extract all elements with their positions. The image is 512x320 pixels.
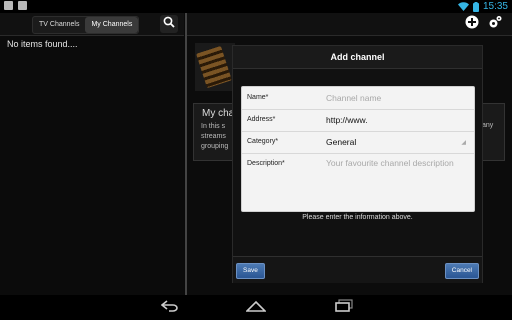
form-hint: Please enter the information above. (302, 214, 413, 221)
navigation-bar (0, 295, 512, 320)
info-line-2: streams (201, 133, 226, 140)
list-header: TV Channels My Channels (0, 13, 184, 36)
info-title: My cha (202, 108, 235, 119)
gear-icon (488, 15, 502, 34)
back-icon (160, 299, 179, 317)
name-field[interactable]: Channel name (326, 93, 381, 103)
recent-apps-icon (335, 299, 353, 317)
recent-apps-button[interactable] (334, 299, 354, 317)
tab-my-channels[interactable]: My Channels (85, 17, 139, 33)
info-right-fragment: any (482, 122, 494, 129)
empty-list-text: No items found.... (7, 39, 78, 49)
add-channel-button[interactable] (463, 15, 481, 33)
search-icon (163, 15, 175, 33)
dialog-title-bar: Add channel (233, 46, 482, 69)
address-row: Address* http://www. (242, 109, 474, 132)
status-right: 15:35 (457, 0, 508, 13)
category-row: Category* General ◢ (242, 131, 474, 154)
home-button[interactable] (245, 299, 267, 317)
channel-thumbnail (195, 43, 235, 91)
description-label: Description* (247, 160, 285, 167)
notification-icons (4, 1, 27, 10)
back-button[interactable] (160, 300, 180, 316)
battery-icon (472, 1, 479, 12)
name-label: Name* (247, 94, 269, 101)
dialog-footer: Save Cancel (233, 256, 482, 283)
category-label: Category* (247, 138, 279, 145)
info-line-3: grouping (201, 143, 229, 150)
address-label: Address* (247, 116, 276, 123)
info-line-1: In this s (201, 123, 226, 130)
description-field[interactable]: Your favourite channel description (326, 158, 454, 168)
film-reel-icon (196, 45, 232, 89)
gallery-notification-icon (4, 1, 13, 10)
channel-tabs: TV Channels My Channels (32, 16, 140, 34)
tab-tv-channels[interactable]: TV Channels (33, 17, 85, 33)
status-time: 15:35 (482, 1, 508, 12)
add-icon (465, 15, 479, 34)
channel-list-pane: TV Channels My Channels No items found..… (0, 13, 184, 295)
cancel-button[interactable]: Cancel (444, 263, 479, 279)
detail-header (187, 13, 512, 36)
status-bar: 15:35 (0, 0, 512, 13)
search-button[interactable] (160, 15, 178, 33)
add-channel-dialog: Add channel Name* Channel name Address* … (232, 45, 483, 283)
channel-form: Name* Channel name Address* http://www. … (241, 86, 475, 212)
home-icon (245, 299, 267, 317)
chevron-down-icon: ◢ (461, 140, 466, 146)
description-row: Description* Your favourite channel desc… (242, 153, 474, 211)
save-button[interactable]: Save (236, 263, 265, 279)
wifi-icon (457, 2, 469, 11)
dialog-title: Add channel (330, 52, 385, 62)
name-row: Name* Channel name (242, 87, 474, 110)
category-select[interactable]: General (326, 137, 356, 147)
address-field[interactable]: http://www. (326, 115, 368, 125)
settings-button[interactable] (486, 15, 504, 33)
camera-notification-icon (18, 1, 27, 10)
